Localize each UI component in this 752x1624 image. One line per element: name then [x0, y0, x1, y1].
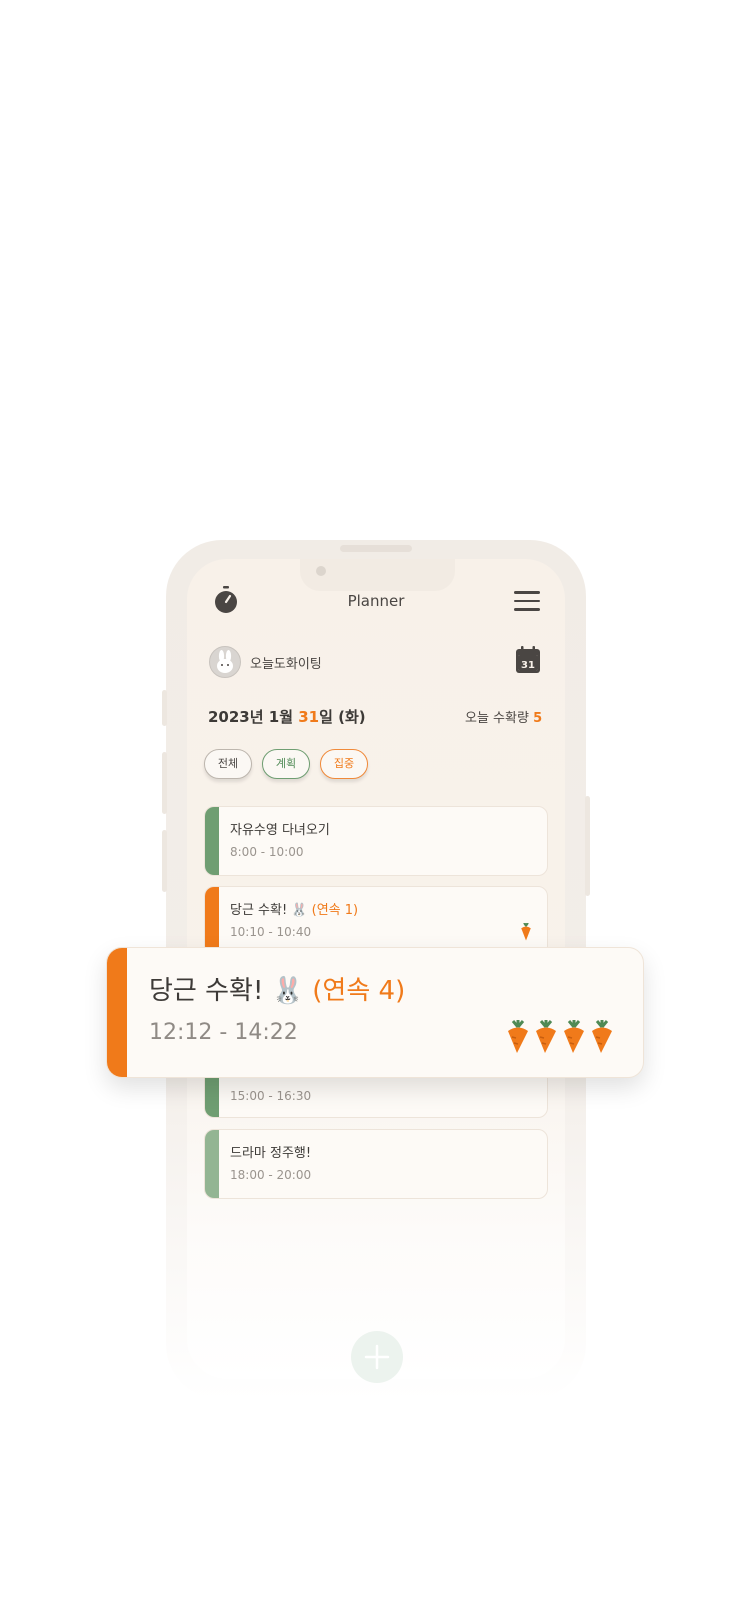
filter-all-chip[interactable]: 전체	[204, 749, 252, 779]
task-time: 8:00 - 10:00	[230, 845, 304, 859]
task-type-bar	[205, 1130, 219, 1198]
carrot-icon	[519, 922, 533, 945]
task-type-bar	[205, 807, 219, 875]
harvest-count-value: 5	[533, 711, 543, 726]
task-time: 12:12 - 14:22	[149, 1020, 298, 1045]
rabbit-avatar-icon[interactable]	[209, 646, 241, 678]
carrot-icon	[505, 1020, 531, 1058]
phone-side-button	[162, 690, 167, 726]
phone-side-button	[162, 752, 167, 814]
carrot-icon	[589, 1020, 615, 1058]
carrot-icon	[533, 1020, 559, 1058]
phone-side-button	[162, 830, 167, 892]
current-date: 2023년 1월 31일 (화)	[208, 708, 366, 726]
menu-icon[interactable]	[514, 591, 540, 611]
username: 오늘도화이팅	[250, 657, 322, 672]
task-streak: (연속 4)	[312, 976, 406, 1006]
task-time: 15:00 - 16:30	[230, 1089, 312, 1103]
task-card[interactable]: 자유수영 다녀오기 8:00 - 10:00	[204, 806, 548, 876]
task-title: 당근 수확! 🐰 (연속 1)	[230, 903, 359, 918]
filter-plan-chip[interactable]: 계획	[262, 749, 310, 779]
phone-speaker	[340, 545, 412, 552]
task-time: 18:00 - 20:00	[230, 1168, 312, 1182]
plus-icon	[364, 1344, 390, 1370]
carrot-icon	[561, 1020, 587, 1058]
harvest-count: 오늘 수확량 5	[465, 711, 543, 726]
carrot-row	[505, 1020, 615, 1058]
timer-icon[interactable]	[213, 586, 239, 614]
add-task-button[interactable]	[351, 1331, 403, 1383]
calendar-icon[interactable]: 31	[515, 646, 541, 674]
task-card[interactable]: 드라마 정주행! 18:00 - 20:00	[204, 1129, 548, 1199]
filter-focus-chip[interactable]: 집중	[320, 749, 368, 779]
highlighted-task-card[interactable]: 당근 수확! 🐰 (연속 4) 12:12 - 14:22	[106, 947, 644, 1078]
task-type-bar	[107, 948, 127, 1077]
calendar-icon-day: 31	[521, 660, 535, 671]
task-card[interactable]: 당근 수확! 🐰 (연속 1) 10:10 - 10:40	[204, 886, 548, 956]
task-time: 10:10 - 10:40	[230, 925, 312, 939]
task-title: 당근 수확! 🐰 (연속 4)	[149, 976, 406, 1006]
current-day: 31	[298, 708, 320, 726]
phone-power-button	[585, 796, 590, 896]
task-title: 드라마 정주행!	[230, 1146, 312, 1161]
task-title: 자유수영 다녀오기	[230, 823, 330, 838]
phone-camera	[316, 566, 326, 576]
task-streak: (연속 1)	[311, 903, 359, 918]
task-type-bar	[205, 887, 219, 955]
app-title: Planner	[347, 592, 405, 610]
